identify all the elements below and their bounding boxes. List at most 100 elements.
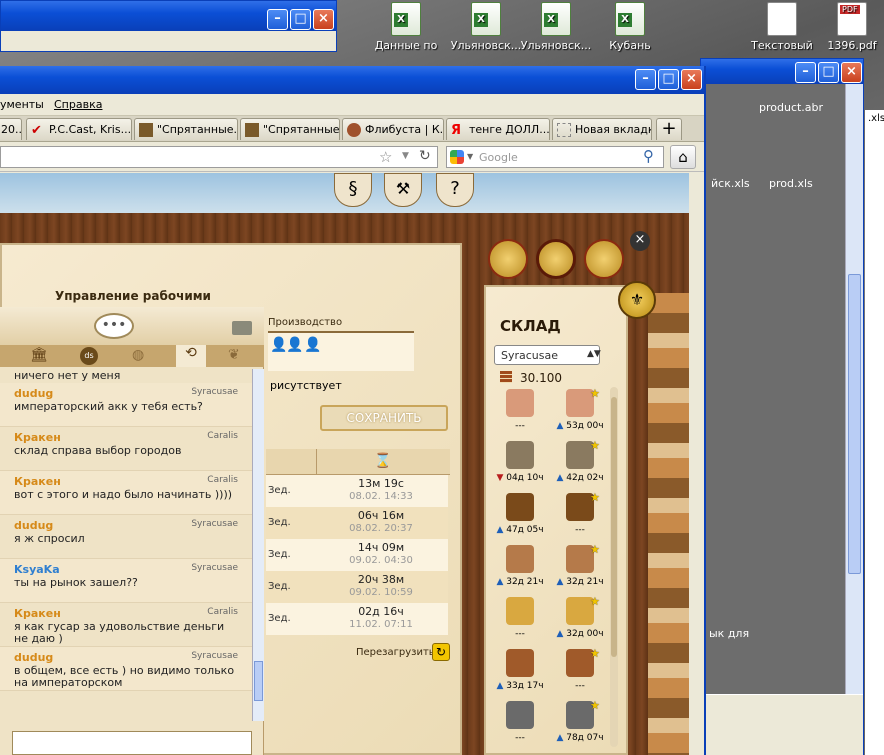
resources-tab-icon[interactable] [488,239,528,279]
new-tab-button[interactable]: + [656,118,682,140]
chat-author[interactable]: dudug [14,651,53,664]
file-label[interactable]: йск.xls [711,177,750,190]
desktop-icon-3[interactable]: Кубань [590,2,670,52]
background-window[interactable]: – □ × [0,0,337,52]
background-window-titlebar[interactable]: – □ × [1,1,336,31]
town-view[interactable] [648,293,689,755]
dropdown-arrow-icon[interactable]: ▼ [402,151,409,161]
reload-icon[interactable]: ↻ [419,148,431,164]
star-bookmark-icon[interactable]: ☆ [379,148,392,166]
minimize-chat-icon[interactable] [232,321,252,335]
file-label[interactable]: product.abr [759,101,823,114]
chat-author[interactable]: dudug [14,519,53,532]
chat-author[interactable]: KsyaKa [14,563,60,576]
warehouse-item[interactable]: ★ ▲ 32д 00ч [550,595,610,645]
chat-author[interactable]: Кракен [14,431,61,444]
google-icon[interactable] [450,150,464,164]
warehouse-item[interactable]: ★ --- [550,491,610,541]
warehouse-item[interactable]: ★ ▲ 53д 00ч [550,387,610,437]
warehouse-item[interactable]: ▲ 47д 05ч [490,491,550,541]
laurel-icon[interactable]: ❦ [228,347,240,363]
desktop-icon-1[interactable]: Ульяновск... [446,2,526,52]
warehouse-item[interactable]: ★ ▲ 78д 07ч [550,699,610,749]
warehouse-item[interactable]: ★ ▲ 42д 02ч [550,439,610,489]
minimize-button[interactable]: – [635,69,656,90]
reload-label[interactable]: Перезагрузить [356,647,435,658]
tab-6[interactable]: Ятенге ДОЛЛ... [446,118,550,140]
tab-7[interactable]: Новая вкладка [552,118,652,140]
explorer-window[interactable]: – □ × product.abr йск.xls prod.xls ык дл… [700,58,864,755]
warehouse-item[interactable]: --- [490,387,550,437]
worker-icon[interactable]: 👤 [286,337,303,353]
warehouse-item[interactable]: ★ --- [550,647,610,697]
warehouse-item[interactable]: ▼ 04д 10ч [490,439,550,489]
hammer-icon[interactable]: ⚒ [384,173,422,207]
chat-bubble-icon[interactable]: ••• [94,313,134,339]
explorer-scrollbar[interactable] [845,84,863,694]
close-icon[interactable]: × [630,231,650,251]
tab-4[interactable]: "Спрятанные... [240,118,340,140]
warehouse-item[interactable]: --- [490,699,550,749]
scroll-thumb[interactable] [254,661,263,701]
warehouse-item[interactable]: ▲ 32д 21ч [490,543,550,593]
warehouse-item[interactable]: ★ ▲ 32д 21ч [550,543,610,593]
tab-3[interactable]: "Спрятанные... [134,118,238,140]
warehouse-item[interactable]: --- [490,595,550,645]
xls-file-icon [615,2,645,36]
worker-icon[interactable]: 👤 [304,337,321,353]
close-button[interactable]: × [681,69,702,90]
search-placeholder[interactable]: Google [479,151,518,164]
tab-5[interactable]: Флибуста | К... [342,118,444,140]
chat-author[interactable]: Кракен [14,475,61,488]
city-info-icon[interactable]: ⚜ [618,281,656,319]
home-icon[interactable]: ⌂ [670,145,696,169]
minimize-button[interactable]: – [267,9,288,30]
chat-author[interactable]: Кракен [14,607,61,620]
scroll-thumb[interactable] [611,397,617,657]
close-button[interactable]: × [313,9,334,30]
close-button[interactable]: × [841,62,862,83]
browser-titlebar[interactable]: – □ × [0,66,704,94]
save-button[interactable]: СОХРАНИТЬ [320,405,448,431]
tab-1[interactable]: 20... [0,118,22,140]
scroll-thumb[interactable] [848,274,861,574]
warehouse-tab-icon[interactable] [536,239,576,279]
browser-window[interactable]: – □ × ументы Справка 20... ✔P.C.Cast, Kr… [0,66,706,755]
chat-scrollbar[interactable] [252,369,264,721]
alliance-icon[interactable]: ds [80,347,98,365]
minimize-button[interactable]: – [795,62,816,83]
file-label[interactable]: prod.xls [769,177,813,190]
desktop-icon-0[interactable]: Данные по [366,2,446,52]
city-select[interactable]: Syracusae ▲▼ [494,345,601,365]
law-icon[interactable]: § [334,173,372,207]
search-icon[interactable]: ⚲ [643,147,654,165]
market-tab-icon[interactable] [584,239,624,279]
menu-help[interactable]: Справка [54,98,102,111]
maximize-button[interactable]: □ [658,69,679,90]
reload-icon[interactable]: ↻ [432,643,450,661]
desktop-icon-5[interactable]: 1396.pdf [812,2,884,52]
search-box[interactable]: ▼ Google ⚲ [446,146,664,168]
worker-icon[interactable]: 👤 [270,337,287,353]
warehouse-item[interactable]: ▲ 33д 17ч [490,647,550,697]
chat-city: Caralis [207,475,238,485]
trade-icon[interactable]: ⟲ [176,345,206,367]
address-bar[interactable]: ☆ ▼ ↻ [0,146,438,168]
menu-tools[interactable]: ументы [0,98,44,111]
explorer-titlebar[interactable]: – □ × [701,59,863,84]
chat-input[interactable] [12,731,252,755]
globe-icon[interactable]: ◍ [132,347,144,363]
tab-2[interactable]: ✔ P.C.Cast, Kris... [26,118,132,140]
desktop-icon-4[interactable]: Текстовый [742,2,822,52]
desktop-icon-2[interactable]: Ульяновск... [516,2,596,52]
maximize-button[interactable]: □ [818,62,839,83]
chat-text: вот с этого и надо было начинать )))) [14,488,233,501]
help-icon[interactable]: ? [436,173,474,207]
warehouse-scrollbar[interactable] [610,387,618,747]
chat-author[interactable]: dudug [14,387,53,400]
temple-icon[interactable]: 🏛 [30,347,48,363]
dropdown-arrow-icon[interactable]: ▼ [467,152,473,161]
file-label[interactable]: ык для [709,627,749,640]
game-viewport[interactable]: § ⚒ ? Управление рабочими Производство 👤… [0,173,689,755]
maximize-button[interactable]: □ [290,9,311,30]
